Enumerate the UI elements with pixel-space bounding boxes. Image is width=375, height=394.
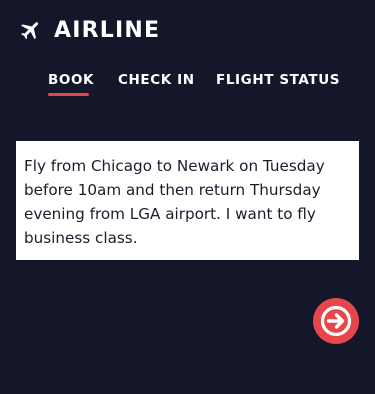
brand-title: AIRLINE <box>54 18 161 43</box>
submit-button[interactable] <box>313 298 359 344</box>
tab-bar: BOOK CHECK IN FLIGHT STATUS <box>0 70 375 100</box>
arrow-right-icon <box>319 304 353 338</box>
query-text[interactable]: Fly from Chicago to Newark on Tuesday be… <box>24 154 349 250</box>
query-input[interactable]: Fly from Chicago to Newark on Tuesday be… <box>16 141 359 260</box>
tab-book[interactable]: BOOK <box>48 70 94 90</box>
tab-check-in[interactable]: CHECK IN <box>118 70 195 90</box>
airplane-icon <box>19 18 43 42</box>
active-tab-indicator <box>48 93 89 96</box>
app-header: AIRLINE <box>0 0 375 60</box>
tab-flight-status[interactable]: FLIGHT STATUS <box>216 70 340 90</box>
